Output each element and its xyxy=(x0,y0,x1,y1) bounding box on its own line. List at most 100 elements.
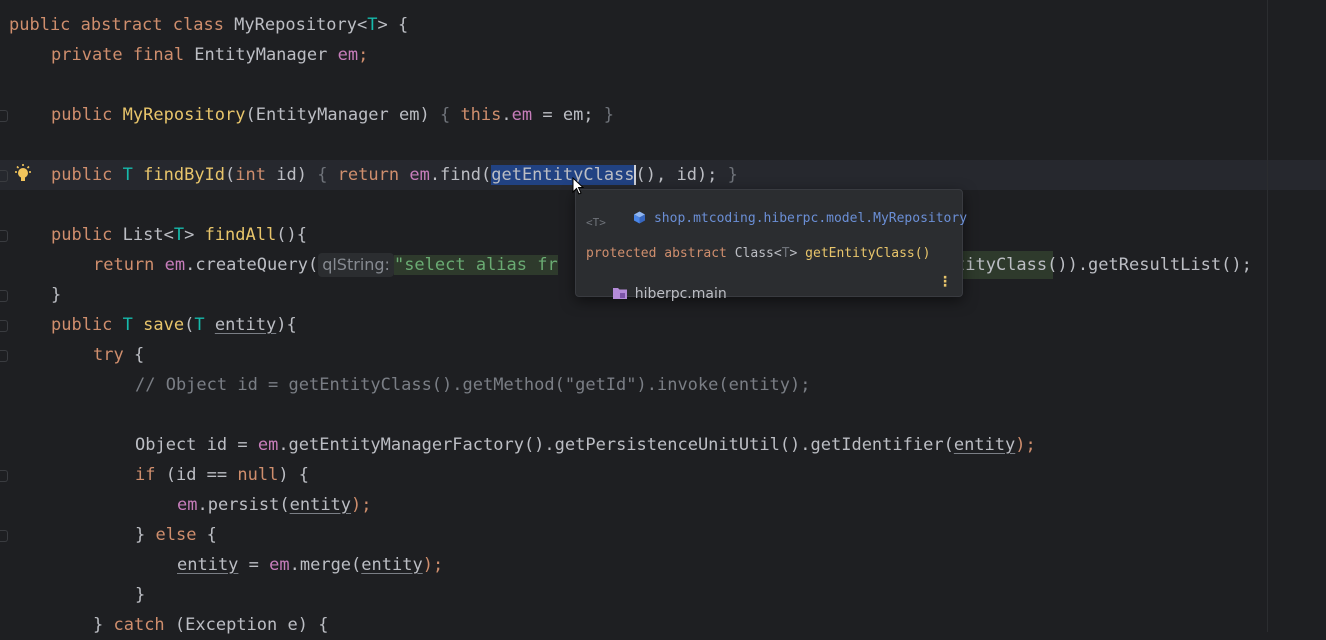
fold-marker[interactable] xyxy=(0,290,8,302)
keyword: private final xyxy=(51,45,195,65)
method-name[interactable]: MyRepository xyxy=(123,105,246,125)
punct: ); xyxy=(1015,435,1036,455)
statement[interactable]: Object id = xyxy=(135,435,258,455)
code-line-if[interactable]: if (id == null) { xyxy=(135,460,309,490)
fold-marker[interactable] xyxy=(0,470,8,482)
keyword: catch xyxy=(113,615,165,635)
code-line-comment[interactable]: // Object id = getEntityClass().getMetho… xyxy=(135,370,811,400)
type-param[interactable]: T xyxy=(194,315,214,335)
param[interactable]: entity xyxy=(954,435,1015,455)
method-call[interactable]: .find( xyxy=(430,165,491,185)
field-name[interactable]: em xyxy=(177,495,197,515)
class-name[interactable]: MyRepository xyxy=(234,15,357,35)
field-name[interactable]: em xyxy=(269,555,289,575)
code-line-close-brace[interactable]: } xyxy=(135,580,145,610)
popup-package[interactable]: shop.mtcoding.hiberpc.model.MyRepository xyxy=(654,211,967,226)
code-line-class-declaration[interactable]: public abstract class MyRepository<T> { xyxy=(9,10,408,40)
punct: > { xyxy=(377,15,409,35)
code-line-createquery-tail[interactable]: tityClass()).getResultList(); xyxy=(955,250,1252,280)
code-line-findall[interactable]: public List<T> findAll(){ xyxy=(51,220,307,250)
punct: ; xyxy=(358,45,369,65)
punct: > xyxy=(184,225,205,245)
popup-module[interactable]: hiberpc.main xyxy=(586,270,727,318)
field-name[interactable]: em xyxy=(165,255,185,275)
code-editor[interactable]: public abstract class MyRepository<T> { … xyxy=(0,0,1326,635)
method-call[interactable]: .createQuery( xyxy=(185,255,318,275)
condition[interactable]: (id == xyxy=(155,465,237,485)
param[interactable]: entity xyxy=(215,315,276,335)
code-line-field[interactable]: private final EntityManager em; xyxy=(51,40,368,70)
brace: } xyxy=(135,585,146,605)
method-call[interactable]: tityClass()).getResultList(); xyxy=(955,255,1252,275)
field-name[interactable]: em xyxy=(258,435,278,455)
args[interactable]: (), id); xyxy=(636,165,728,185)
quick-doc-popup[interactable]: shop.mtcoding.hiberpc.model.MyRepository… xyxy=(575,189,967,302)
string-literal[interactable]: "select alias fr xyxy=(393,255,558,275)
statement[interactable]: = em; xyxy=(532,105,604,125)
sig-type: Class< xyxy=(734,246,782,261)
popup-package-line[interactable]: shop.mtcoding.hiberpc.model.MyRepository xyxy=(586,196,967,241)
keyword: else xyxy=(155,525,197,545)
method-call[interactable]: .persist( xyxy=(197,495,289,515)
code-line-persist[interactable]: em.persist(entity); xyxy=(177,490,372,520)
field-name[interactable]: em xyxy=(409,165,429,185)
param[interactable]: entity xyxy=(177,555,238,575)
folded-brace[interactable]: } xyxy=(728,165,738,185)
type-param[interactable]: T xyxy=(123,315,143,335)
more-options-icon[interactable]: ⋮ xyxy=(938,274,952,290)
params[interactable]: (EntityManager em) xyxy=(245,105,439,125)
type-name[interactable]: EntityManager xyxy=(194,45,337,65)
type-param[interactable]: T xyxy=(367,15,377,35)
param[interactable]: entity xyxy=(361,555,422,575)
punct: ){ xyxy=(276,315,297,335)
keyword: public xyxy=(51,225,123,245)
folded-brace[interactable]: { xyxy=(317,165,337,185)
folded-brace[interactable]: { xyxy=(440,105,460,125)
folded-brace[interactable]: } xyxy=(604,105,614,125)
method-name[interactable]: save xyxy=(143,315,184,335)
code-line-try[interactable]: try { xyxy=(93,340,144,370)
code-line-else[interactable]: } else { xyxy=(135,520,217,550)
code-line-merge[interactable]: entity = em.merge(entity); xyxy=(177,550,443,580)
method-call[interactable]: .getEntityManagerFactory().getPersistenc… xyxy=(278,435,954,455)
fold-marker[interactable] xyxy=(0,230,8,242)
class-icon xyxy=(633,211,645,224)
type-name[interactable]: List< xyxy=(123,225,174,245)
fold-marker[interactable] xyxy=(0,530,8,542)
punct: ( xyxy=(225,165,236,185)
right-margin-guide xyxy=(1267,0,1268,632)
punct: (Exception e) { xyxy=(164,615,329,635)
type-param[interactable]: T xyxy=(123,165,143,185)
code-line-save[interactable]: public T save(T entity){ xyxy=(51,310,297,340)
punct: (){ xyxy=(276,225,307,245)
fold-marker[interactable] xyxy=(0,110,8,122)
param[interactable]: entity xyxy=(290,495,351,515)
selected-text[interactable]: getEntityClass xyxy=(491,165,635,185)
fold-marker[interactable] xyxy=(0,350,8,362)
code-line-createquery[interactable]: return em.createQuery(qlString: "select a… xyxy=(93,250,558,280)
type-param[interactable]: T xyxy=(174,225,184,245)
method-name[interactable]: findAll xyxy=(205,225,277,245)
sig-method-name[interactable]: getEntityClass() xyxy=(805,246,930,261)
code-line-close-brace[interactable]: } xyxy=(51,280,61,310)
method-name[interactable]: findById xyxy=(143,165,225,185)
gutter xyxy=(0,0,8,632)
sig-type-param: T xyxy=(781,246,790,261)
code-line-getidentifier[interactable]: Object id = em.getEntityManagerFactory()… xyxy=(135,430,1036,460)
param[interactable]: id) xyxy=(266,165,317,185)
method-call[interactable]: .merge( xyxy=(290,555,362,575)
code-line-findbyid[interactable]: public T findById(int id) { return em.fi… xyxy=(51,160,738,190)
keyword: return xyxy=(93,255,165,275)
fold-marker[interactable] xyxy=(0,320,8,332)
code-line-catch[interactable]: } catch (Exception e) { xyxy=(93,610,328,640)
fold-marker[interactable] xyxy=(0,170,8,182)
popup-module-name[interactable]: hiberpc.main xyxy=(635,286,727,302)
punct: < xyxy=(357,15,368,35)
code-line-constructor[interactable]: public MyRepository(EntityManager em) { … xyxy=(51,100,614,130)
comment[interactable]: // Object id = getEntityClass().getMetho… xyxy=(135,375,811,395)
punct: { xyxy=(123,345,145,365)
module-folder-icon xyxy=(612,288,627,299)
field-name[interactable]: em xyxy=(338,45,358,65)
lightbulb-icon[interactable] xyxy=(12,163,34,185)
field-name[interactable]: em xyxy=(512,105,532,125)
